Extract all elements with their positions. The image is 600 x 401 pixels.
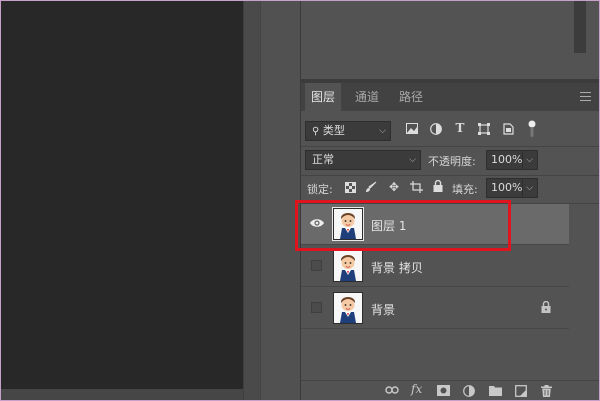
tab-paths[interactable]: 路径 — [393, 83, 429, 111]
panel-dock-collapsed — [260, 1, 300, 400]
filter-row: ⚲ 类型 ⌵ T — [301, 118, 599, 144]
layers-panel-footer: fx — [301, 380, 599, 400]
mask-icon[interactable] — [437, 385, 450, 399]
layer-thumbnail — [333, 250, 363, 282]
search-icon: ⚲ — [312, 126, 320, 137]
chevron-down-icon[interactable]: ⌵ — [522, 179, 533, 197]
chevron-down-icon: ⌵ — [409, 155, 416, 165]
visibility-toggle[interactable] — [311, 302, 322, 313]
tab-channels[interactable]: 通道 — [349, 83, 385, 111]
document-canvas[interactable] — [1, 1, 243, 389]
opacity-label: 不透明度: — [428, 155, 476, 168]
trash-icon[interactable] — [541, 385, 552, 400]
image-filter-icon[interactable] — [405, 123, 419, 137]
panel-divider — [243, 1, 260, 400]
fill-label: 填充: — [452, 183, 478, 196]
layers-panel-tabbar: 图层 通道 路径 — [301, 83, 599, 111]
fill-field[interactable]: 100% ⌵ — [486, 178, 538, 198]
upper-panel-scrollbar[interactable] — [574, 1, 586, 53]
lock-all-icon[interactable] — [432, 179, 444, 195]
link-icon[interactable] — [385, 384, 399, 398]
filter-type-dropdown[interactable]: ⚲ 类型 ⌵ — [305, 121, 391, 141]
chevron-down-icon[interactable]: ⌵ — [522, 151, 533, 169]
blend-mode-value: 正常 — [312, 153, 334, 166]
layer-name[interactable]: 背景 — [371, 301, 395, 318]
filter-toggle-icon[interactable] — [527, 120, 537, 141]
shape-filter-icon[interactable] — [477, 123, 491, 138]
annotation-highlight-box — [295, 200, 511, 251]
tab-layers[interactable]: 图层 — [305, 83, 342, 111]
lock-icon[interactable] — [541, 300, 551, 316]
lock-transparent-icon[interactable] — [344, 182, 356, 196]
type-filter-icon[interactable]: T — [453, 121, 467, 135]
adjustment-icon[interactable] — [463, 385, 475, 400]
layer-list-scrollbar[interactable] — [569, 204, 599, 328]
lock-artboard-icon[interactable] — [409, 181, 423, 196]
adjustment-filter-icon[interactable] — [429, 123, 443, 138]
folder-icon[interactable] — [489, 385, 502, 399]
lock-row: 锁定: ✥ 填充: 100% ⌵ — [301, 177, 599, 201]
chevron-down-icon: ⌵ — [379, 126, 386, 136]
lock-move-icon[interactable]: ✥ — [387, 180, 401, 194]
fill-value: 100% — [491, 181, 523, 194]
fx-icon[interactable]: fx — [411, 382, 422, 396]
layer-name[interactable]: 背景 拷贝 — [371, 259, 423, 276]
smart-object-filter-icon[interactable] — [501, 123, 515, 138]
filter-type-label: 类型 — [322, 124, 345, 137]
layer-thumbnail — [333, 292, 363, 324]
visibility-toggle[interactable] — [311, 260, 322, 271]
blend-row: 正常 ⌵ 不透明度: 100% ⌵ — [301, 149, 599, 173]
lock-paint-icon[interactable] — [365, 181, 377, 196]
layer-row-background-copy[interactable]: 背景 拷贝 — [301, 246, 569, 287]
layer-row-background[interactable]: 背景 — [301, 288, 569, 329]
opacity-field[interactable]: 100% ⌵ — [486, 150, 538, 170]
row-divider — [301, 175, 599, 176]
lock-label: 锁定: — [307, 183, 333, 196]
opacity-value: 100% — [491, 153, 523, 166]
panel-menu-icon[interactable] — [580, 92, 591, 101]
blend-mode-dropdown[interactable]: 正常 ⌵ — [305, 150, 421, 170]
new-layer-icon[interactable] — [515, 385, 527, 400]
row-divider — [301, 146, 599, 147]
upper-panel — [301, 1, 599, 79]
